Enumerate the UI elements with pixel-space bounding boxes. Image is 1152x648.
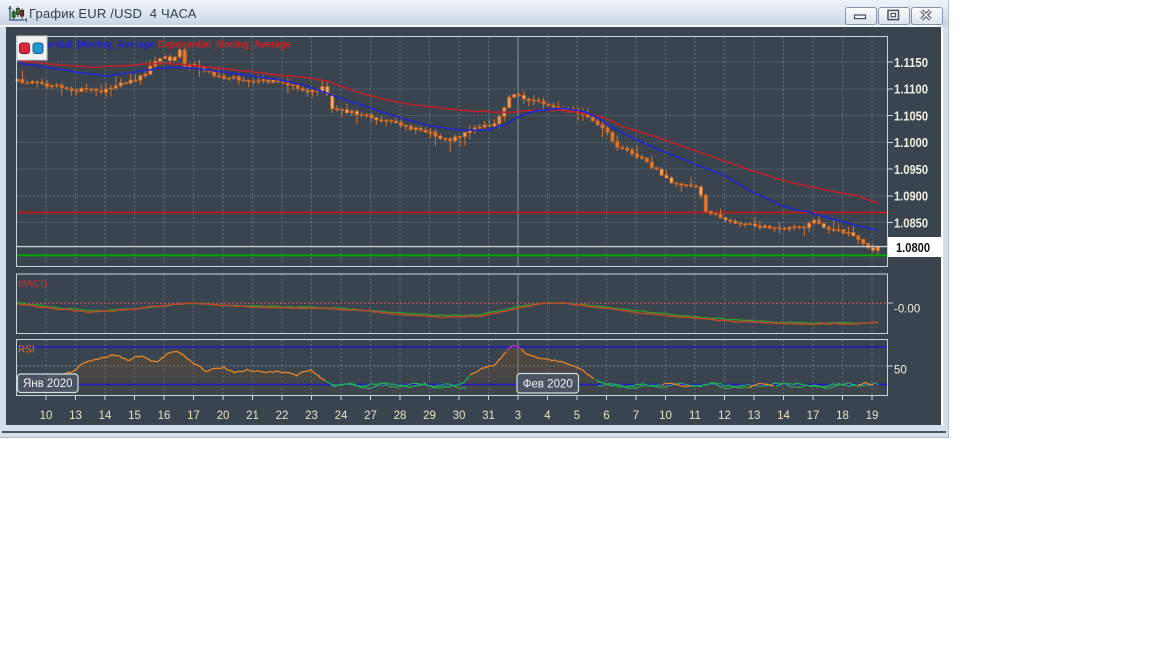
- svg-text:Янв 2020: Янв 2020: [23, 378, 73, 390]
- svg-text:14: 14: [777, 410, 790, 422]
- svg-text:27: 27: [364, 410, 377, 422]
- svg-text:50: 50: [894, 365, 907, 377]
- svg-text:1.0850: 1.0850: [894, 215, 928, 230]
- svg-text:15: 15: [128, 410, 141, 422]
- svg-text:22: 22: [276, 410, 289, 422]
- svg-text:18: 18: [836, 410, 849, 422]
- svg-text:17: 17: [807, 410, 820, 422]
- svg-text:17: 17: [187, 410, 200, 422]
- svg-text:21: 21: [246, 410, 259, 422]
- svg-text:RSI: RSI: [18, 345, 35, 356]
- svg-text:24: 24: [335, 410, 348, 422]
- svg-text:1.1050: 1.1050: [894, 108, 928, 123]
- svg-text:Фев 2020: Фев 2020: [523, 379, 573, 391]
- svg-text:1.1100: 1.1100: [894, 82, 928, 97]
- svg-text:1.1150: 1.1150: [894, 55, 928, 70]
- svg-text:-0.00: -0.00: [894, 304, 920, 316]
- svg-text:19: 19: [866, 410, 879, 422]
- svg-text:6: 6: [603, 410, 609, 422]
- svg-text:10: 10: [659, 410, 672, 422]
- svg-text:31: 31: [482, 410, 495, 422]
- svg-text:13: 13: [748, 410, 761, 422]
- svg-text:20: 20: [217, 410, 230, 422]
- svg-text:16: 16: [158, 410, 171, 422]
- svg-text:14: 14: [99, 410, 112, 422]
- svg-text:1.0800: 1.0800: [896, 240, 930, 255]
- svg-text:11: 11: [689, 410, 701, 422]
- svg-text:Exponential_Moving_Average: Exponential_Moving_Average: [158, 39, 291, 51]
- svg-text:13: 13: [69, 410, 82, 422]
- svg-text:3: 3: [515, 410, 521, 422]
- svg-text:1.0950: 1.0950: [894, 162, 928, 177]
- svg-text:7: 7: [633, 410, 639, 422]
- svg-text:29: 29: [423, 410, 436, 422]
- svg-text:28: 28: [394, 410, 407, 422]
- svg-text:1.0900: 1.0900: [894, 189, 928, 204]
- svg-text:1.1000: 1.1000: [894, 135, 928, 150]
- svg-text:5: 5: [574, 410, 580, 422]
- svg-text:23: 23: [305, 410, 318, 422]
- svg-text:MACD: MACD: [18, 279, 47, 290]
- svg-text:12: 12: [718, 410, 731, 422]
- svg-text:30: 30: [453, 410, 466, 422]
- svg-text:10: 10: [40, 410, 53, 422]
- svg-text:4: 4: [544, 410, 551, 422]
